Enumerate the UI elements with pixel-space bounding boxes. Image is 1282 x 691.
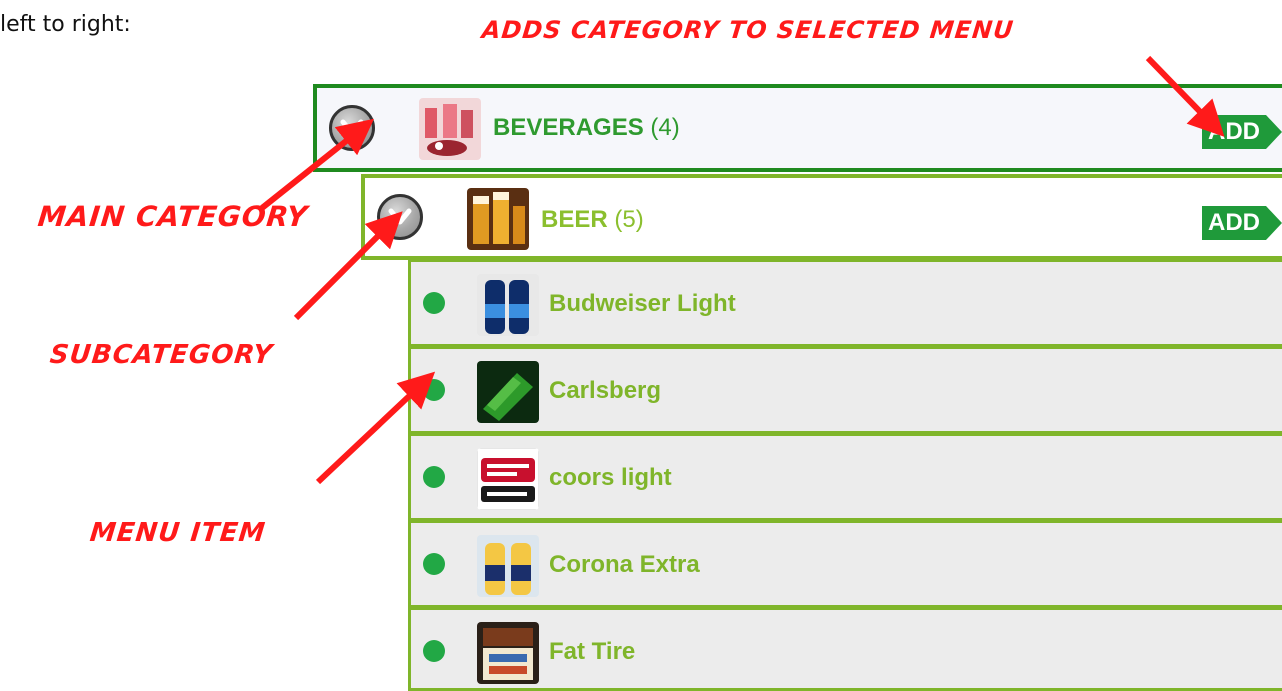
menu-item-name: Carlsberg [549, 377, 662, 404]
annotation-add-note: ADDS CATEGORY TO SELECTED MENU [480, 16, 1016, 44]
status-dot-icon [423, 379, 445, 401]
menu-item-row[interactable]: Carlsberg [408, 346, 1282, 434]
add-subcategory-button[interactable]: ADD [1202, 206, 1282, 240]
menu-item-name: Fat Tire [549, 638, 636, 665]
carlsberg-thumbnail [477, 361, 539, 423]
intro-text: left to right: [0, 12, 131, 37]
menu-item-name: Budweiser Light [549, 290, 736, 317]
subcategory-label: BEER (5) [541, 206, 644, 234]
annotation-main-category: MAIN CATEGORY [36, 200, 310, 233]
annotation-menu-item: MENU ITEM [88, 518, 268, 548]
beverages-thumbnail [419, 98, 481, 160]
main-category-label: BEVERAGES (4) [493, 114, 680, 142]
coors-thumbnail [477, 448, 539, 510]
main-category-row[interactable]: BEVERAGES (4) ADD [313, 84, 1282, 172]
main-category-count: (4) [650, 114, 680, 141]
expand-chevron-icon[interactable] [329, 105, 375, 151]
chevron-down-icon [388, 208, 412, 225]
add-main-category-button[interactable]: ADD [1202, 115, 1282, 149]
corona-thumbnail [477, 535, 539, 597]
menu-item-name: Corona Extra [549, 551, 700, 578]
status-dot-icon [423, 640, 445, 662]
subcategory-row[interactable]: BEER (5) ADD [361, 174, 1282, 260]
subcategory-count: (5) [614, 206, 644, 233]
menu-item-row[interactable]: Fat Tire [408, 607, 1282, 691]
menu-item-row[interactable]: Budweiser Light [408, 259, 1282, 347]
main-category-name: BEVERAGES [493, 114, 644, 141]
chevron-down-icon [340, 119, 364, 136]
budweiser-thumbnail [477, 274, 539, 336]
fat-tire-thumbnail [477, 622, 539, 684]
status-dot-icon [423, 553, 445, 575]
status-dot-icon [423, 466, 445, 488]
annotation-subcategory: SUBCATEGORY [48, 340, 275, 370]
menu-item-row[interactable]: coors light [408, 433, 1282, 521]
beer-thumbnail [467, 188, 529, 250]
menu-item-row[interactable]: Corona Extra [408, 520, 1282, 608]
arrow-to-menu-item [315, 371, 436, 485]
status-dot-icon [423, 292, 445, 314]
menu-item-name: coors light [549, 464, 672, 491]
subcategory-name: BEER [541, 206, 608, 233]
expand-chevron-icon[interactable] [377, 194, 423, 240]
